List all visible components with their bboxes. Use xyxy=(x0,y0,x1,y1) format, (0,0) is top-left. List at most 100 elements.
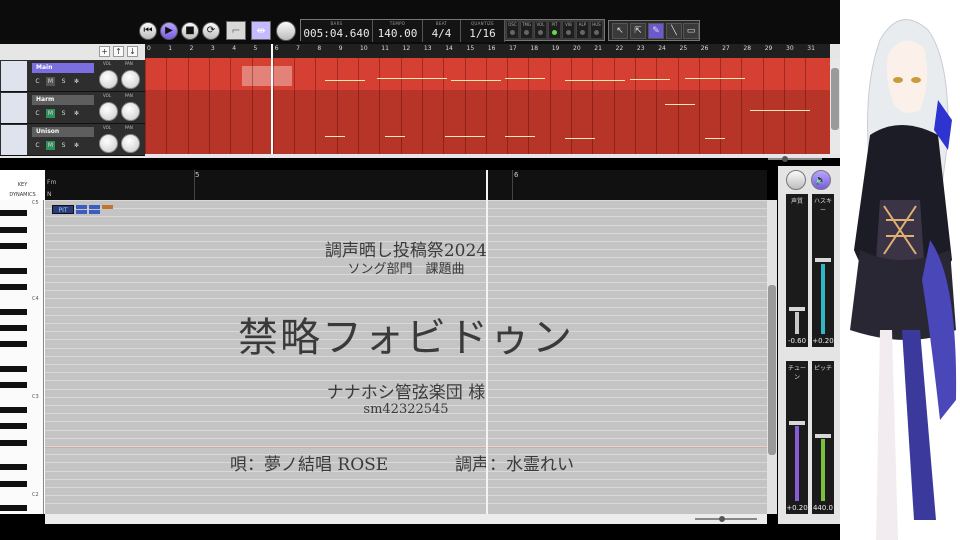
track-timeline[interactable] xyxy=(145,58,830,154)
volume-knob[interactable] xyxy=(99,134,118,153)
black-key[interactable] xyxy=(0,464,27,471)
loop-region[interactable] xyxy=(242,66,292,86)
track-zoom-slider[interactable] xyxy=(762,156,828,162)
quantize-display[interactable]: QUANTIZE 1/16 xyxy=(461,20,505,42)
track-c-button[interactable]: C xyxy=(33,109,42,118)
black-key[interactable] xyxy=(0,308,27,315)
line-tool-icon[interactable]: ╲ xyxy=(666,23,682,39)
select-tool-icon[interactable]: ⇱ xyxy=(630,23,646,39)
roll-playhead[interactable] xyxy=(486,170,488,514)
black-key[interactable] xyxy=(0,423,27,430)
tmg-badge[interactable] xyxy=(76,210,87,214)
solo-button[interactable]: S xyxy=(59,77,68,86)
pitch-row-line xyxy=(45,478,767,480)
hus-badge[interactable] xyxy=(89,210,100,214)
stop-button[interactable]: ■ xyxy=(181,22,199,40)
black-key[interactable] xyxy=(0,480,27,487)
solo-button[interactable]: S xyxy=(59,141,68,150)
octave-label-c4: C4 xyxy=(32,296,39,302)
roll-header[interactable]: Fm N 5 6 xyxy=(45,170,767,200)
piano-keyboard[interactable]: C5 C4 C3 C2 xyxy=(0,200,44,514)
toggle-hus[interactable]: HUS xyxy=(590,22,602,38)
track-scrollbar[interactable] xyxy=(830,58,840,154)
fader-handle[interactable] xyxy=(815,258,831,262)
vol-badge[interactable] xyxy=(76,205,87,209)
loop-range-button[interactable]: ⌐ xyxy=(226,21,246,40)
settings-icon[interactable]: ✻ xyxy=(72,141,81,150)
black-key[interactable] xyxy=(0,341,27,348)
track-c-button[interactable]: C xyxy=(33,77,42,86)
beat-display[interactable]: BEAT 4/4 xyxy=(423,20,461,42)
fader-handle[interactable] xyxy=(789,307,805,311)
play-button[interactable]: ▶ xyxy=(160,22,178,40)
pitch-row-line xyxy=(45,454,767,456)
black-key[interactable] xyxy=(0,243,27,249)
track-name[interactable]: Unison xyxy=(32,127,94,137)
black-key[interactable] xyxy=(0,325,27,331)
track-main[interactable]: Main C M S ✻ VOL PAN xyxy=(0,60,145,92)
metronome-knob[interactable] xyxy=(276,21,296,41)
black-key[interactable] xyxy=(0,210,27,217)
channel-pitch[interactable]: ピッチ 440.0 xyxy=(812,361,834,514)
track-unison[interactable]: Unison C M S ✻ VOL PAN xyxy=(0,124,145,156)
settings-icon[interactable]: ✻ xyxy=(72,77,81,86)
track-name[interactable]: Harm xyxy=(32,95,94,105)
eraser-tool-icon[interactable]: ▭ xyxy=(683,23,699,39)
pencil-tool-icon[interactable]: ✎ xyxy=(648,23,664,39)
black-key[interactable] xyxy=(0,439,27,446)
solo-button[interactable]: S xyxy=(59,109,68,118)
mute-button[interactable]: M xyxy=(46,109,55,118)
channel-tune[interactable]: チューン +0.20 xyxy=(786,361,808,514)
black-key[interactable] xyxy=(0,267,27,274)
track-harm[interactable]: Harm C M S ✻ VOL PAN xyxy=(0,92,145,124)
fader-handle[interactable] xyxy=(789,421,805,425)
black-key[interactable] xyxy=(0,366,27,372)
volume-knob[interactable] xyxy=(99,102,118,121)
pan-knob[interactable] xyxy=(121,134,140,153)
volume-knob[interactable] xyxy=(99,70,118,89)
black-key[interactable] xyxy=(0,284,27,290)
tempo-display[interactable]: TEMPO 140.00 xyxy=(373,20,423,42)
move-track-down-button[interactable]: ↓ xyxy=(127,46,138,57)
move-track-up-button[interactable]: ↑ xyxy=(113,46,124,57)
mute-button[interactable]: M xyxy=(46,77,55,86)
pan-knob[interactable] xyxy=(121,102,140,121)
pointer-tool-icon[interactable]: ↖ xyxy=(612,23,628,39)
roll-horizontal-scrollbar[interactable] xyxy=(45,514,767,524)
roll-vertical-scrollbar[interactable] xyxy=(767,200,777,514)
black-key[interactable] xyxy=(0,226,27,233)
rewind-button[interactable]: ⏮ xyxy=(139,22,157,40)
channel-husky[interactable]: ハスキー +0.20 xyxy=(812,194,834,347)
speaker-icon[interactable]: 🔈 xyxy=(811,170,831,190)
pan-knob[interactable] xyxy=(121,70,140,89)
toggle-pit[interactable]: PIT xyxy=(548,22,560,38)
black-key[interactable] xyxy=(0,407,27,413)
split-button[interactable]: ⇹ xyxy=(251,21,271,40)
black-key[interactable] xyxy=(0,382,27,389)
toggle-vib[interactable]: VIB xyxy=(562,22,574,38)
alp-badge[interactable] xyxy=(102,205,113,209)
toggle-tmg[interactable]: TMG xyxy=(520,22,532,38)
pan-label: PAN xyxy=(125,61,133,66)
pit-badge[interactable]: PIT xyxy=(52,205,74,214)
bars-label: BARS xyxy=(330,21,343,26)
channel-voice-quality[interactable]: 声質 -0.60 xyxy=(786,194,808,347)
pitch-row-line xyxy=(45,232,767,234)
add-track-button[interactable]: + xyxy=(99,46,110,57)
track-c-button[interactable]: C xyxy=(33,141,42,150)
toggle-osc-label: OSC xyxy=(508,22,517,27)
loop-button[interactable]: ⟳ xyxy=(202,22,220,40)
black-key[interactable] xyxy=(0,505,27,512)
fader-handle[interactable] xyxy=(815,434,831,438)
track-name[interactable]: Main xyxy=(32,63,94,73)
settings-icon[interactable]: ✻ xyxy=(72,109,81,118)
toggle-vol[interactable]: VOL xyxy=(534,22,546,38)
toggle-osc[interactable]: OSC xyxy=(506,22,518,38)
bar-ruler[interactable]: 0 1 2 3 4 5 6 7 8 9 10 11 12 13 14 15 16 17 18 19 20 21 22 23 24… xyxy=(145,44,830,58)
lane-harm xyxy=(145,90,830,122)
mute-button[interactable]: M xyxy=(46,141,55,150)
reset-button[interactable] xyxy=(786,170,806,190)
vib-badge[interactable] xyxy=(89,205,100,209)
toggle-alp[interactable]: ALP xyxy=(576,22,588,38)
track-playhead[interactable] xyxy=(271,44,273,154)
